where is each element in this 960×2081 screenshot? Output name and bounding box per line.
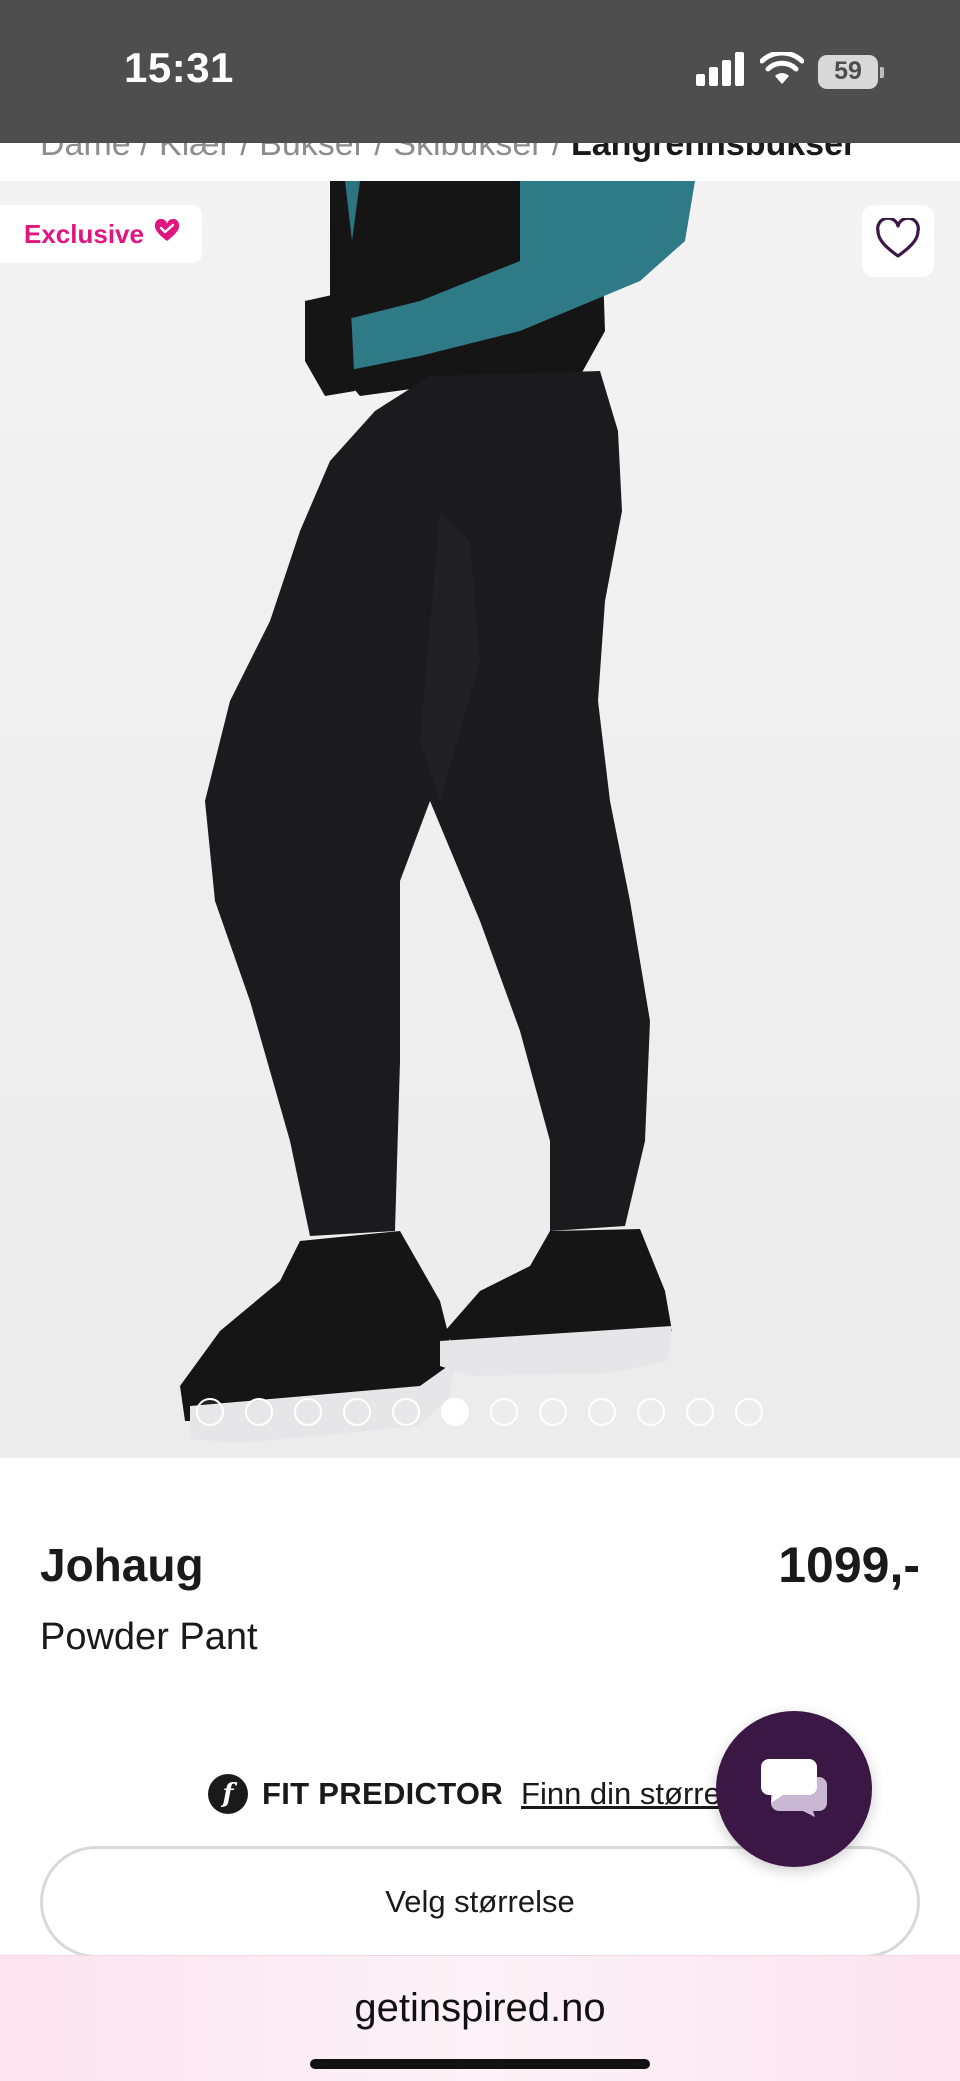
chat-bubbles-icon [759, 1757, 829, 1822]
product-brand[interactable]: Johaug [40, 1538, 204, 1592]
product-photo [180, 181, 695, 1443]
status-icons: 59 [696, 50, 884, 91]
status-time: 15:31 [124, 44, 234, 91]
gallery-dot[interactable] [294, 1398, 322, 1426]
breadcrumb-trail[interactable]: Dame / Klær / Bukser / Skibukser / [40, 143, 571, 163]
breadcrumb-current: Langrennsbukser [570, 143, 857, 163]
gallery-dot-active[interactable] [441, 1398, 469, 1426]
heart-outline-icon [875, 216, 921, 265]
favorite-button[interactable] [862, 205, 934, 277]
gallery-dot[interactable] [735, 1398, 763, 1426]
gallery-pagination [196, 1398, 763, 1426]
gallery-dot[interactable] [196, 1398, 224, 1426]
wifi-icon [759, 50, 805, 91]
product-image-gallery[interactable]: Exclusive [0, 181, 960, 1458]
home-indicator [310, 2059, 650, 2069]
fit-predictor-label: FIT PREDICTOR [262, 1776, 504, 1811]
status-bar: 15:31 59 [0, 0, 960, 143]
breadcrumb: Dame / Klær / Bukser / Skibukser / Langr… [0, 143, 960, 181]
battery-icon: 59 [818, 54, 884, 89]
cellular-signal-icon [696, 52, 746, 91]
gallery-dot[interactable] [588, 1398, 616, 1426]
gallery-dot[interactable] [343, 1398, 371, 1426]
gallery-dot[interactable] [490, 1398, 518, 1426]
fit-predictor: f FIT PREDICTOR Finn din størrelse [208, 1774, 760, 1814]
heart-badge-icon [154, 218, 180, 250]
select-size-label: Velg størrelse [385, 1884, 575, 1919]
fit-predictor-logo-icon: f [208, 1774, 248, 1814]
exclusive-badge: Exclusive [0, 205, 202, 263]
gallery-dot[interactable] [637, 1398, 665, 1426]
exclusive-label: Exclusive [24, 218, 144, 249]
product-name: Powder Pant [40, 1616, 258, 1658]
product-price: 1099,- [778, 1537, 920, 1593]
url-text[interactable]: getinspired.no [0, 1986, 960, 2031]
gallery-dot[interactable] [392, 1398, 420, 1426]
gallery-dot[interactable] [686, 1398, 714, 1426]
gallery-dot[interactable] [539, 1398, 567, 1426]
gallery-dot[interactable] [245, 1398, 273, 1426]
chat-button[interactable] [716, 1711, 872, 1867]
browser-url-bar[interactable]: getinspired.no [0, 1955, 960, 2081]
